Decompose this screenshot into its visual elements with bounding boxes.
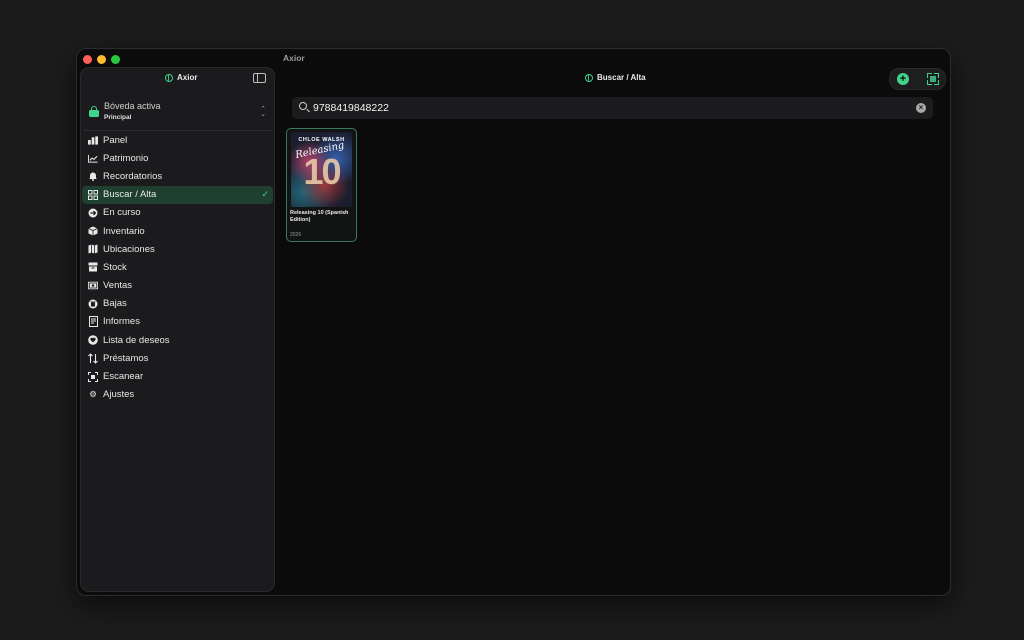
sidebar-item-label: Préstamos [103,352,149,364]
sidebar-item-ajustes[interactable]: ⚙ Ajustes [82,386,273,404]
minimize-window-button[interactable] [97,55,106,64]
window-title: Axior [283,53,305,63]
sidebar-item-label: Buscar / Alta [103,189,157,201]
window-controls [83,55,120,64]
globe-icon [165,73,173,82]
vault-selector[interactable]: Bóveda activa Principal ⌃ ⌄ [89,100,266,128]
toolbar-actions: + [889,68,946,90]
sidebar-item-stock[interactable]: Stock [82,258,273,276]
sidebar-item-bajas[interactable]: Bajas [82,295,273,313]
sidebar: Axior Bóveda activa Principal ⌃⌄ Panel [80,67,275,592]
book-cover: CHLOE WALSH Releasing 10 [291,132,352,207]
page-title-text: Buscar / Alta [597,73,646,82]
zoom-window-button[interactable] [111,55,120,64]
close-window-button[interactable] [83,55,92,64]
lock-icon [89,106,99,117]
gear-icon: ⚙ [89,389,97,400]
sidebar-item-recordatorios[interactable]: Recordatorios [82,167,273,185]
sidebar-item-label: Informes [103,316,140,328]
sidebar-item-informes[interactable]: Informes [82,313,273,331]
line-chart-icon [88,153,98,163]
sidebar-item-panel[interactable]: Panel [82,131,273,149]
clear-search-button[interactable]: × [916,103,926,113]
sidebar-item-label: Recordatorios [103,170,163,182]
sidebar-item-label: Ajustes [103,389,135,401]
vault-name: Principal [104,114,132,121]
chevron-up-down-icon: ⌃ ⌄ [260,106,266,118]
sidebar-item-ventas[interactable]: Ventas [82,277,273,295]
sidebar-app-title: Axior [165,73,197,82]
sidebar-item-lista-de-deseos[interactable]: Lista de deseos [82,331,273,349]
sidebar-header: Axior [81,73,274,87]
sidebar-item-buscar-alta[interactable]: Buscar / Alta ✓ [82,185,273,204]
result-year: 2026 [290,232,302,238]
checkmark-icon: ✓ [261,189,269,200]
app-window: Axior Axior Bóveda activa Principal ⌃ ⌄ P… [76,48,951,596]
search-input[interactable] [313,100,893,116]
document-icon [88,316,98,328]
sidebar-nav: Panel Patrimonio Recordatorios Buscar / … [81,131,274,404]
sidebar-item-ubicaciones[interactable]: Ubicaciones [82,240,273,258]
add-button[interactable]: + [897,73,909,85]
box-icon [88,226,98,236]
page-title: Buscar / Alta [585,73,646,82]
vault-title: Bóveda activa [104,101,161,111]
cover-number: 10 [303,151,341,192]
sidebar-item-label: Stock [103,261,127,273]
sidebar-item-escanear[interactable]: Escanear [82,367,273,385]
search-icon [299,102,307,110]
sidebar-item-inventario[interactable]: Inventario [82,222,273,240]
result-title: Releasing 10 (Spanish Edition) [290,210,349,223]
search-bar: × [292,97,933,119]
banknote-icon [88,281,98,291]
arrow-circle-icon [88,208,98,218]
sidebar-item-label: Ubicaciones [103,243,155,255]
trash-icon [88,299,98,309]
scan-icon [88,371,98,382]
sidebar-item-label: En curso [103,207,141,219]
sidebar-item-label: Lista de deseos [103,334,170,346]
map-icon [88,244,98,254]
sidebar-item-label: Inventario [103,225,145,237]
globe-icon [585,73,593,82]
sidebar-item-label: Escanear [103,371,144,383]
sidebar-item-label: Ventas [103,280,133,292]
heart-icon [88,335,98,345]
sidebar-item-label: Panel [103,134,128,146]
scan-button[interactable] [927,73,939,85]
grid-icon [88,189,98,200]
bar-chart-icon [88,135,98,145]
sidebar-item-label: Patrimonio [103,152,149,164]
archive-icon [88,262,98,272]
swap-icon [88,353,98,364]
sidebar-item-prestamos[interactable]: Préstamos [82,349,273,367]
sidebar-item-label: Bajas [103,298,127,310]
sidebar-item-en-curso[interactable]: En curso [82,204,273,222]
bell-icon [88,171,98,182]
sidebar-toggle-icon[interactable] [253,73,266,83]
app-name: Axior [177,73,198,82]
sidebar-item-patrimonio[interactable]: Patrimonio [82,149,273,167]
result-card[interactable]: CHLOE WALSH Releasing 10 Releasing 10 (S… [286,128,357,242]
